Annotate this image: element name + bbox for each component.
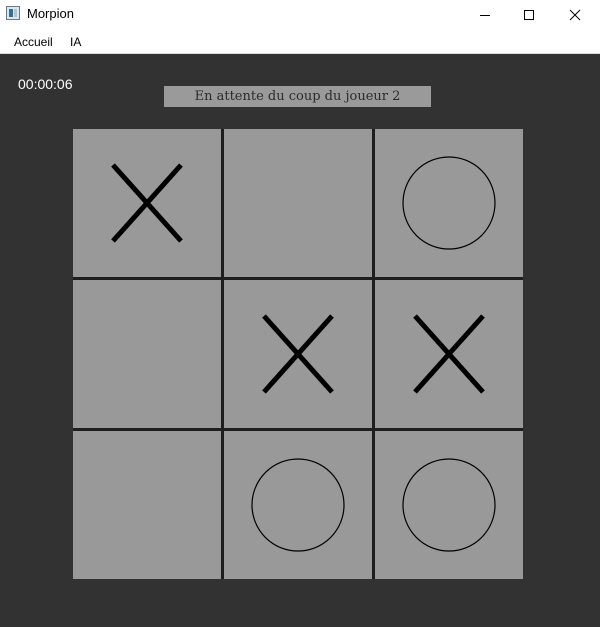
board-cell-r3-c3[interactable] (375, 431, 523, 579)
x-mark-icon (413, 314, 485, 394)
board-cell-r1-c2[interactable] (224, 129, 372, 277)
o-mark-icon (251, 458, 345, 552)
menu-bar: Accueil IA (0, 30, 600, 54)
app-window-icon (6, 6, 20, 20)
board-cell-r2-c2[interactable] (224, 280, 372, 428)
close-icon (569, 9, 581, 21)
o-mark-icon (402, 458, 496, 552)
minimize-button[interactable] (462, 0, 508, 30)
board-cell-r2-c1[interactable] (73, 280, 221, 428)
game-timer: 00:00:06 (18, 76, 73, 92)
board-cell-r3-c1[interactable] (73, 431, 221, 579)
maximize-button[interactable] (506, 0, 552, 30)
o-mark-icon (402, 156, 496, 250)
menu-item-accueil[interactable]: Accueil (14, 35, 53, 49)
close-button[interactable] (552, 0, 598, 30)
menu-item-ia[interactable]: IA (70, 35, 81, 49)
board-cell-r1-c3[interactable] (375, 129, 523, 277)
window-title: Morpion (27, 6, 74, 21)
title-bar: Morpion (0, 0, 600, 30)
x-mark-icon (262, 314, 334, 394)
board-cell-r1-c1[interactable] (73, 129, 221, 277)
maximize-icon (524, 10, 534, 20)
board-cell-r2-c3[interactable] (375, 280, 523, 428)
game-board (73, 129, 523, 579)
game-area: 00:00:06 En attente du coup du joueur 2 (0, 54, 600, 627)
x-mark-icon (111, 163, 183, 243)
minimize-icon (480, 15, 490, 16)
status-label: En attente du coup du joueur 2 (164, 86, 431, 107)
board-cell-r3-c2[interactable] (224, 431, 372, 579)
